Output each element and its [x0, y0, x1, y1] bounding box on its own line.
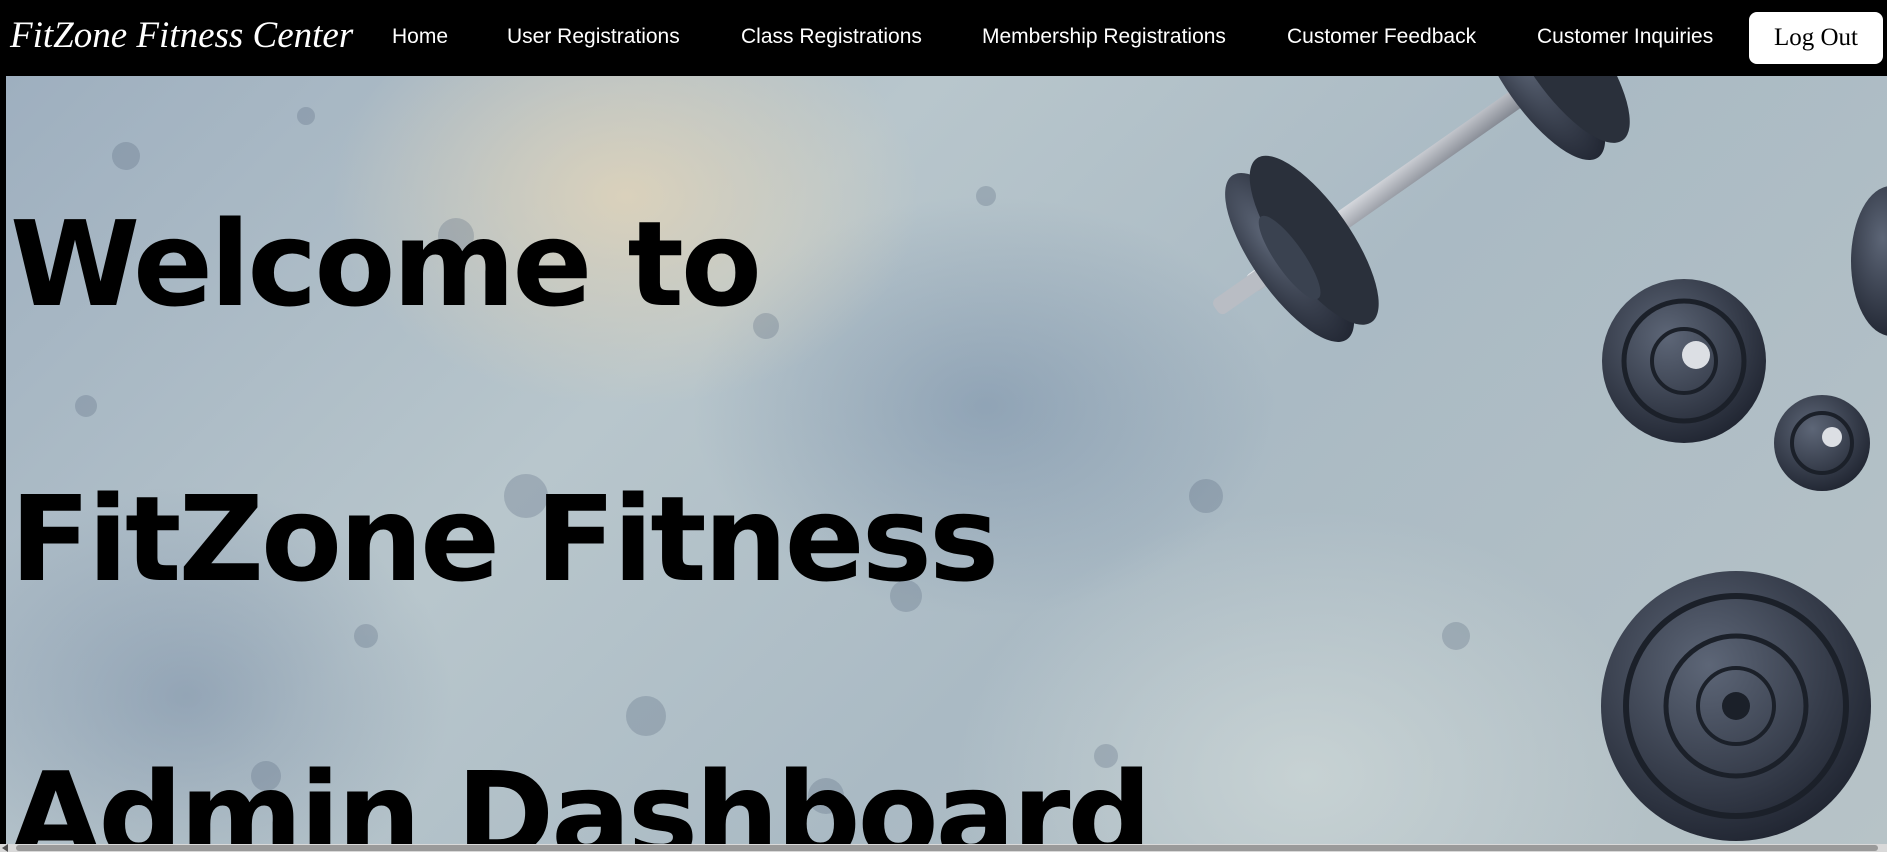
top-navbar: FitZone Fitness Center Home User Registr… [0, 0, 1887, 76]
nav-class-registrations-link[interactable]: Class Registrations [741, 25, 922, 49]
nav-customer-inquiries-link[interactable]: Customer Inquiries [1537, 25, 1713, 49]
nav-user-registrations-link[interactable]: User Registrations [507, 25, 680, 49]
hero-heading-line2: FitZone Fitness [10, 470, 999, 608]
hero-heading-line3: Admin Dashboard [10, 746, 1152, 844]
hero-section: Welcome to FitZone Fitness Admin Dashboa… [6, 76, 1887, 844]
nav-home-link[interactable]: Home [392, 25, 448, 49]
nav-membership-registrations-link[interactable]: Membership Registrations [982, 25, 1226, 49]
dumbbell-weights-image [75, 76, 1887, 841]
brand-title: FitZone Fitness Center [10, 15, 354, 56]
hero-heading-line1: Welcome to [10, 195, 762, 333]
logout-button[interactable]: Log Out [1749, 12, 1883, 64]
scroll-left-arrow-icon[interactable] [2, 844, 8, 852]
scrollbar-thumb[interactable] [16, 845, 1878, 851]
horizontal-scrollbar[interactable] [0, 844, 1887, 852]
nav-customer-feedback-link[interactable]: Customer Feedback [1287, 25, 1476, 49]
